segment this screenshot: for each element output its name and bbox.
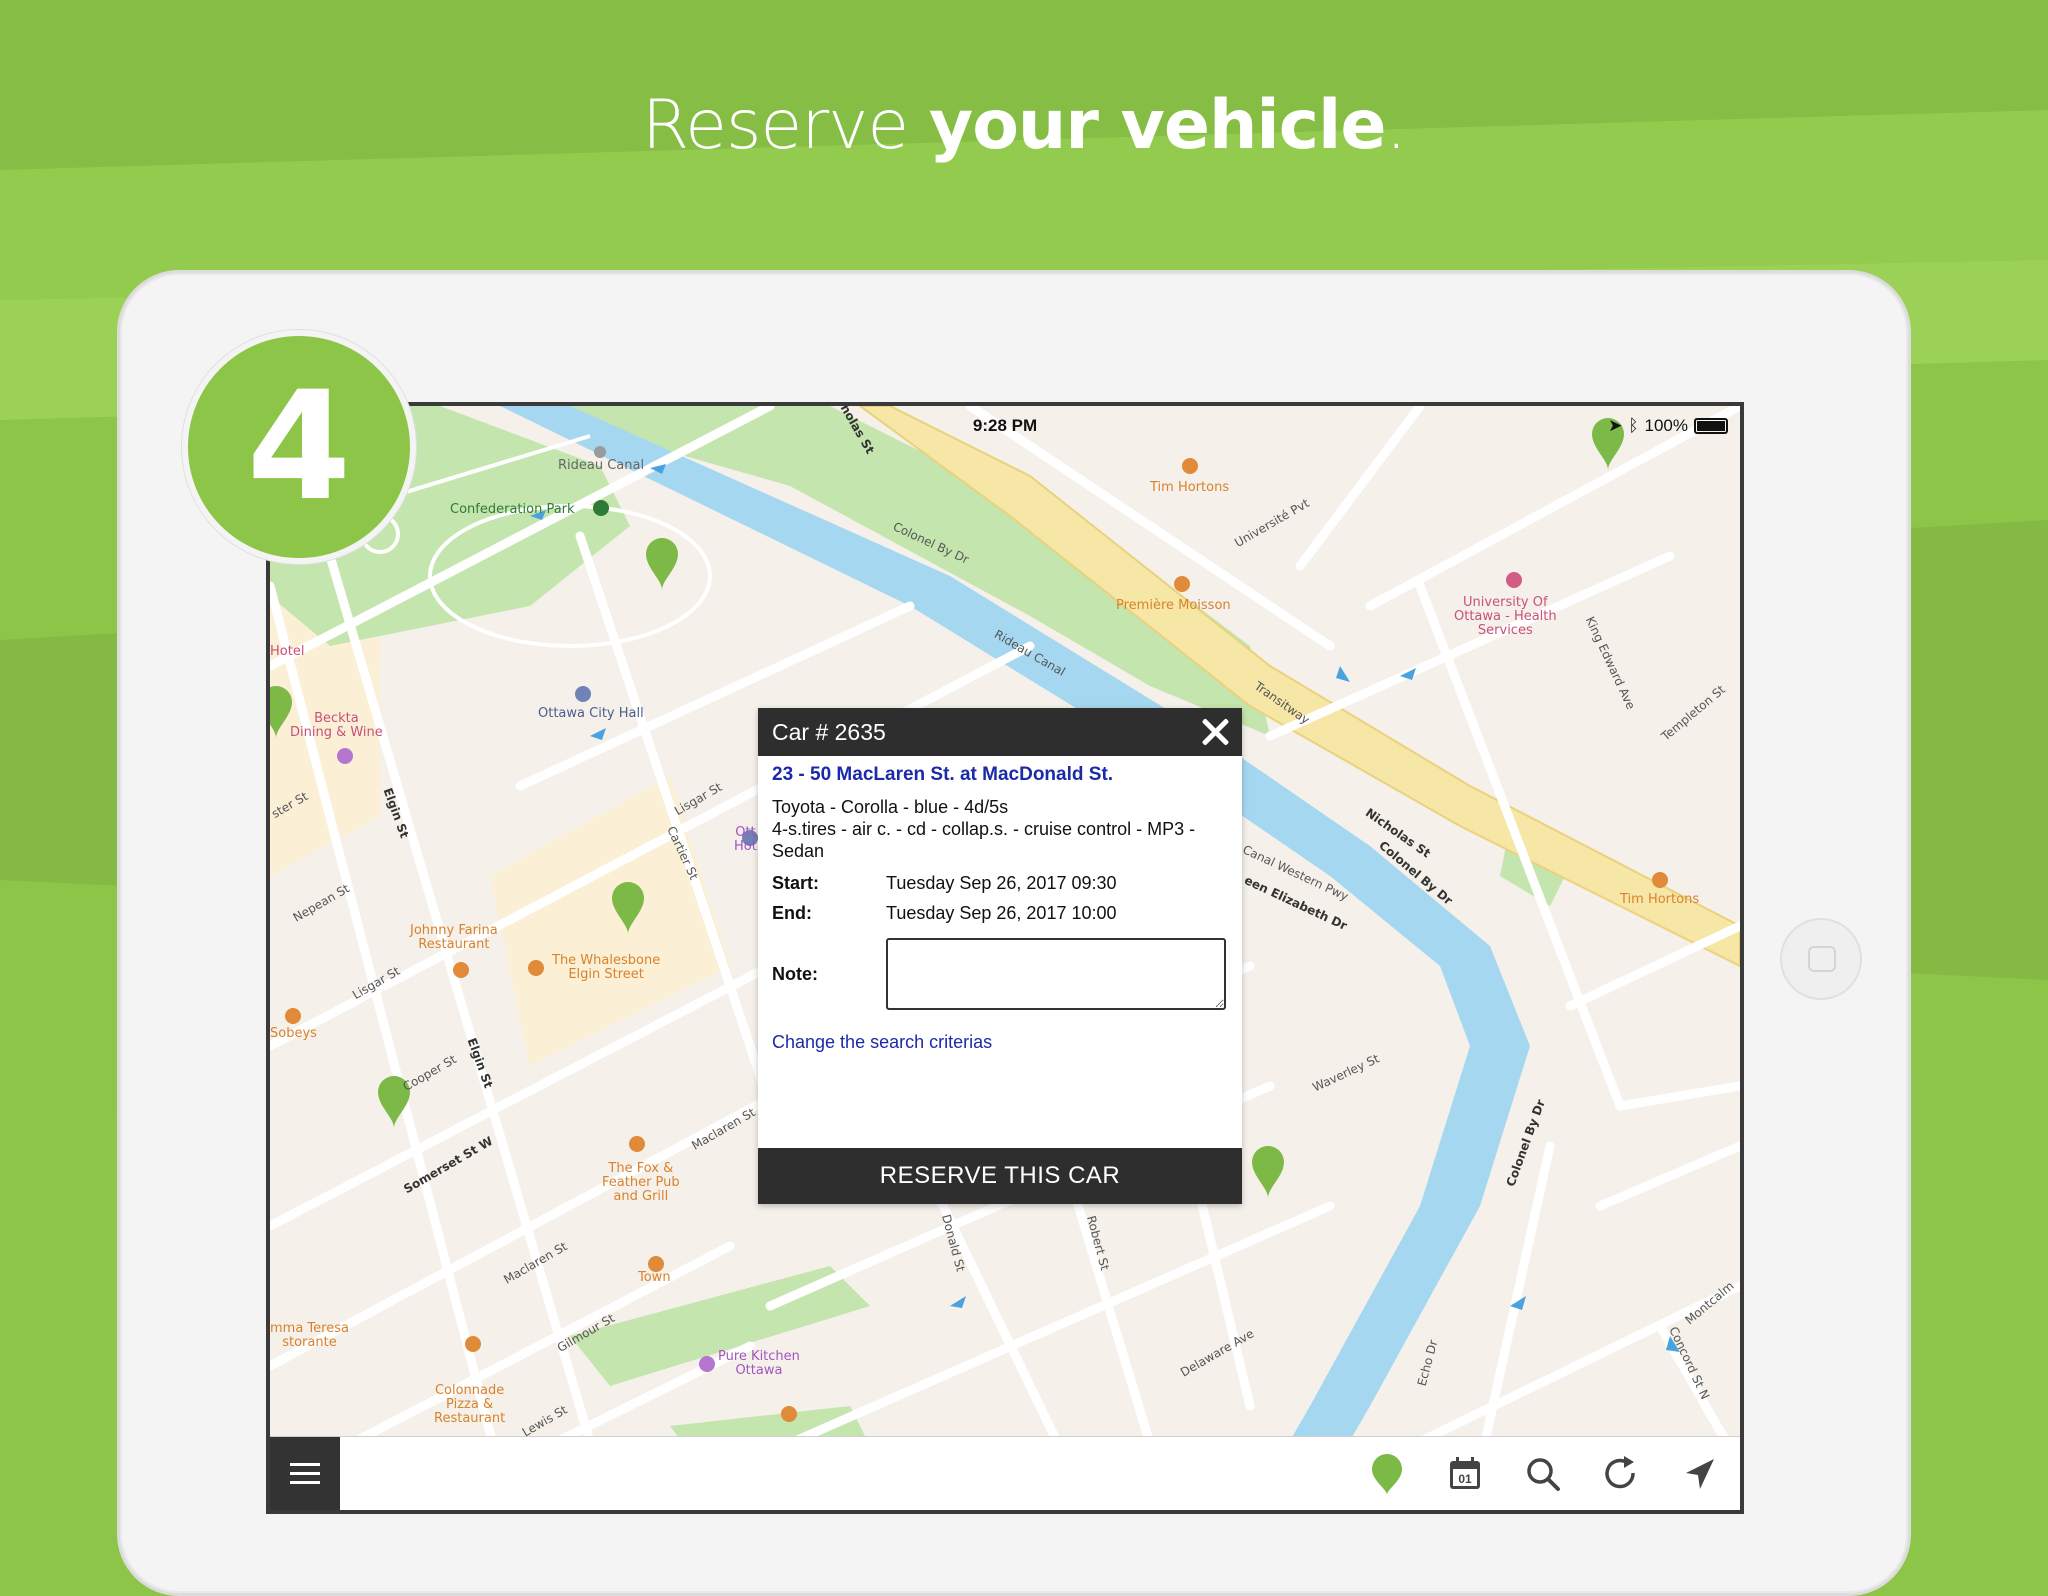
status-right: ➤ ᛒ 100%: [1608, 416, 1728, 436]
map-label: Town: [638, 1270, 671, 1285]
map-label: Johnny Farina Restaurant: [410, 923, 498, 952]
end-row: End: Tuesday Sep 26, 2017 10:00: [772, 902, 1228, 924]
reservation-dialog: Car # 2635 23 - 50 MacLaren St. at MacDo…: [758, 708, 1242, 1204]
bluetooth-icon: ᛒ: [1628, 416, 1639, 435]
battery-icon: [1694, 418, 1728, 434]
reserve-button[interactable]: RESERVE THIS CAR: [758, 1148, 1242, 1204]
bottom-toolbar: 01: [270, 1436, 1740, 1510]
map-label: mma Teresa storante: [270, 1321, 349, 1350]
end-label: End:: [772, 903, 812, 923]
note-row: Note:: [772, 938, 1228, 1010]
headline-period: .: [1385, 86, 1407, 165]
map-label: Ottawa City Hall: [538, 706, 644, 721]
car-vehicle: Toyota - Corolla - blue - 4d/5s: [772, 797, 1009, 817]
refresh-icon[interactable]: [1600, 1453, 1642, 1495]
change-search-link[interactable]: Change the search criterias: [772, 1032, 1228, 1053]
map-label: Hotel: [270, 644, 305, 659]
calendar-icon[interactable]: 01: [1444, 1453, 1486, 1495]
menu-icon[interactable]: [270, 1437, 340, 1510]
start-row: Start: Tuesday Sep 26, 2017 09:30: [772, 872, 1228, 894]
headline-light: Reserve: [641, 86, 909, 165]
map-label: University Of Ottawa - Health Services: [1454, 595, 1557, 638]
app-screen: Rideau Canal Confederation Park Tim Hort…: [266, 402, 1744, 1514]
ipad-home-button: [1780, 918, 1862, 1000]
map-label: Pure Kitchen Ottawa: [718, 1349, 800, 1378]
map-label: The Whalesbone Elgin Street: [552, 953, 661, 982]
note-label: Note:: [772, 963, 818, 984]
dialog-body: 23 - 50 MacLaren St. at MacDonald St. To…: [758, 756, 1242, 1053]
map-label: Ott Hot: [734, 825, 757, 854]
map-label: Tim Hortons: [1150, 480, 1230, 495]
step-badge: 4: [182, 330, 416, 564]
location-pin-icon[interactable]: [1366, 1453, 1408, 1495]
map-label: Rideau Canal: [558, 458, 645, 473]
map-label: The Fox & Feather Pub and Grill: [602, 1161, 680, 1204]
map-label: Sobeys: [270, 1026, 317, 1041]
close-icon[interactable]: [1198, 715, 1232, 749]
car-features: 4-s.tires - air c. - cd - collap.s. - cr…: [772, 819, 1196, 861]
battery-percent: 100%: [1644, 416, 1688, 435]
dialog-title: Car # 2635: [772, 719, 886, 745]
search-icon[interactable]: [1522, 1453, 1564, 1495]
calendar-day: 01: [1458, 1472, 1472, 1486]
note-field[interactable]: [886, 938, 1226, 1010]
status-bar: 9:28 PM ➤ ᛒ 100%: [270, 416, 1740, 442]
step-number: 4: [246, 360, 352, 534]
headline-bold: your vehicle: [928, 86, 1387, 165]
end-value: Tuesday Sep 26, 2017 10:00: [886, 903, 1117, 923]
location-services-icon: ➤: [1608, 416, 1623, 435]
map-label: Confederation Park: [450, 502, 575, 517]
map-label: Tim Hortons: [1620, 892, 1700, 907]
start-value: Tuesday Sep 26, 2017 09:30: [886, 873, 1117, 893]
dialog-header: Car # 2635: [758, 708, 1242, 756]
status-time: 9:28 PM: [972, 416, 1038, 435]
headline: Reserve your vehicle.: [0, 86, 2048, 165]
map-label: Première Moisson: [1116, 598, 1231, 613]
start-label: Start:: [772, 873, 820, 893]
map-label: Beckta Dining & Wine: [290, 711, 383, 740]
car-address: 23 - 50 MacLaren St. at MacDonald St.: [772, 764, 1114, 785]
navigation-arrow-icon[interactable]: [1678, 1453, 1720, 1495]
map-label: Colonnade Pizza & Restaurant: [434, 1383, 506, 1426]
